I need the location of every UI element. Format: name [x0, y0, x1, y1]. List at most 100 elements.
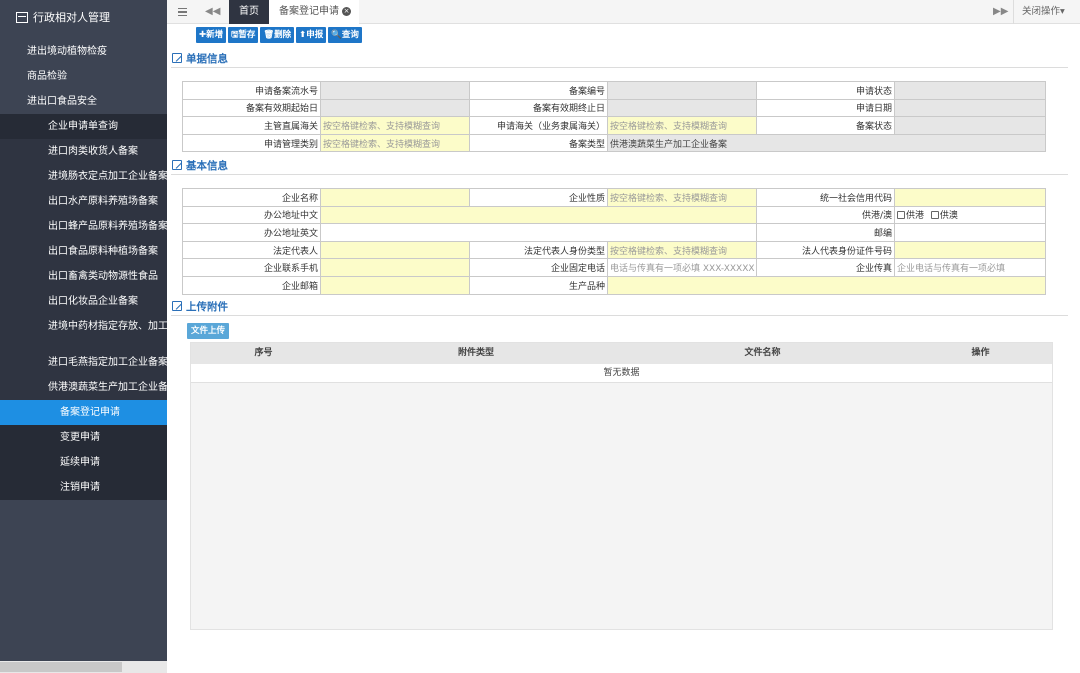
sidebar-item-casing-processing[interactable]: 进境肠衣定点加工企业备案	[0, 164, 167, 189]
hamburger-icon[interactable]	[173, 0, 191, 24]
label-apply-customs: 申请海关（业务隶属海关）	[469, 116, 608, 135]
label-valid-end: 备案有效期终止日	[469, 98, 608, 118]
office-en-input[interactable]	[320, 223, 757, 242]
sidebar-item-cancel[interactable]: 注销申请	[0, 475, 167, 500]
column-header-actions[interactable]: 操作	[909, 343, 1052, 364]
sidebar: 行政相对人管理 进出境动植物检疫 商品检验 进出口食品安全 企业申请单查询 进口…	[0, 0, 167, 673]
edit-icon	[172, 160, 182, 170]
label-mobile: 企业联系手机	[182, 258, 321, 277]
label-fax: 企业传真	[756, 258, 895, 277]
label-credit-code: 统一社会信用代码	[756, 188, 895, 207]
office-cn-input[interactable]	[320, 205, 757, 225]
table-row: 办公地址中文 供港/澳 供港 供澳	[182, 205, 1046, 225]
sidebar-item-bee-farm[interactable]: 出口蜂产品原料养殖场备案	[0, 214, 167, 239]
sidebar-item-registration[interactable]: 备案登记申请	[0, 400, 167, 425]
scrollbar-thumb[interactable]	[0, 662, 122, 672]
label-product: 生产品种	[469, 275, 608, 295]
sidebar-item-cosmetics[interactable]: 出口化妆品企业备案	[0, 289, 167, 314]
section-title-attachments: 上传附件	[186, 301, 228, 313]
apply-date-field	[894, 98, 1046, 118]
close-icon[interactable]: ×	[342, 6, 351, 16]
declare-button[interactable]: ⬆申报	[296, 27, 327, 43]
legal-id-no-input[interactable]	[894, 240, 1046, 260]
email-input[interactable]	[320, 275, 470, 295]
sidebar-title-label: 行政相对人管理	[33, 11, 110, 24]
label-serial-no: 申请备案流水号	[182, 81, 321, 100]
label-record-type: 备案类型	[469, 133, 608, 153]
sidebar-title[interactable]: 行政相对人管理	[0, 0, 167, 34]
tab-next-icon[interactable]: ▶▶	[993, 0, 1008, 24]
query-button[interactable]: 🔍查询	[328, 27, 362, 43]
supply-hk-checkbox[interactable]	[897, 211, 905, 220]
mobile-input[interactable]	[320, 258, 470, 277]
tab-registration[interactable]: 备案登记申请 ×	[269, 0, 359, 24]
sidebar-item-meat-consignee[interactable]: 进口肉类收货人备案	[0, 139, 167, 164]
sidebar-scrollbar[interactable]	[0, 661, 167, 673]
section-title-document: 单据信息	[186, 53, 228, 65]
label-management-category: 申请管理类别	[182, 133, 321, 153]
add-button[interactable]: ✚新增	[196, 27, 227, 43]
label-office-cn: 办公地址中文	[182, 205, 321, 225]
label-email: 企业邮箱	[182, 275, 321, 295]
apply-customs-input[interactable]: 按空格键检索、支持模糊查询	[607, 116, 757, 135]
column-header-index[interactable]: 序号	[191, 343, 336, 364]
sidebar-item-aquatic-farm[interactable]: 出口水产原料养殖场备案	[0, 189, 167, 214]
product-input[interactable]	[607, 275, 1046, 295]
sidebar-item-food-safety[interactable]: 进出口食品安全	[0, 89, 167, 114]
record-status-field	[894, 116, 1046, 135]
save-draft-button[interactable]: 🖫暂存	[228, 27, 259, 43]
record-no-field	[607, 81, 757, 100]
table-row: 办公地址英文 邮编	[182, 223, 1046, 242]
management-category-input[interactable]: 按空格键检索、支持模糊查询	[320, 133, 470, 153]
sidebar-item-commodity-inspection[interactable]: 商品检验	[0, 64, 167, 89]
empty-state: 暂无数据	[191, 364, 1052, 383]
column-header-type[interactable]: 附件类型	[336, 343, 616, 364]
record-type-field: 供港澳蔬菜生产加工企业备案	[607, 133, 1046, 153]
postcode-input[interactable]	[894, 223, 1046, 242]
legal-id-type-input[interactable]: 按空格键检索、支持模糊查询	[607, 240, 757, 260]
supply-mo-checkbox[interactable]	[930, 211, 939, 220]
sidebar-item-birds-nest[interactable]: 进口毛燕指定加工企业备案	[0, 350, 167, 375]
supply-mo-label: 供澳	[939, 211, 958, 222]
legal-rep-input[interactable]	[320, 240, 470, 260]
valid-end-field	[607, 98, 757, 118]
supply-hk-label: 供港	[906, 211, 925, 222]
sidebar-item-herbal-storage[interactable]: 进境中药材指定存放、加工	[0, 314, 167, 350]
section-header-document: 单据信息	[171, 52, 1068, 68]
sidebar-item-renewal[interactable]: 延续申请	[0, 450, 167, 475]
sidebar-item-application-query[interactable]: 企业申请单查询	[0, 114, 167, 139]
close-operations-menu[interactable]: 关闭操作▾	[1013, 0, 1065, 24]
label-legal-id-type: 法定代表人身份类型	[469, 240, 608, 260]
edit-icon	[172, 301, 182, 311]
credit-code-input[interactable]	[894, 188, 1046, 207]
label-office-en: 办公地址英文	[182, 223, 321, 242]
tab-prev-icon[interactable]: ◀◀	[205, 0, 220, 24]
company-name-input[interactable]	[320, 188, 470, 207]
supervising-customs-input[interactable]: 按空格键检索、支持模糊查询	[320, 116, 470, 135]
document-info-table: 申请备案流水号 备案编号 申请状态 备案有效期起始日 备案有效期终止日 申请日期…	[182, 81, 1046, 153]
sidebar-item-vegetable-export[interactable]: 供港澳蔬菜生产加工企业备案	[0, 375, 167, 400]
table-row: 企业邮箱 生产品种	[182, 275, 1046, 295]
sidebar-item-planting-farm[interactable]: 出口食品原料种植场备案	[0, 239, 167, 264]
apply-status-field	[894, 81, 1046, 100]
tab-home[interactable]: 首页	[229, 0, 269, 24]
label-valid-start: 备案有效期起始日	[182, 98, 321, 118]
fax-input[interactable]: 企业电话与传真有一项必填	[894, 258, 1046, 277]
sidebar-item-change[interactable]: 变更申请	[0, 425, 167, 450]
window-icon	[16, 11, 28, 23]
section-header-attachments: 上传附件	[171, 300, 1068, 316]
table-row: 法定代表人 法定代表人身份类型 按空格键检索、支持模糊查询 法人代表身份证件号码	[182, 240, 1046, 260]
label-legal-rep: 法定代表人	[182, 240, 321, 260]
file-upload-button[interactable]: 文件上传	[187, 323, 230, 339]
column-header-filename[interactable]: 文件名称	[616, 343, 909, 364]
label-supervising-customs: 主管直属海关	[182, 116, 321, 135]
label-apply-status: 申请状态	[756, 81, 895, 100]
company-nature-input[interactable]: 按空格键检索、支持模糊查询	[607, 188, 757, 207]
sidebar-item-livestock-food[interactable]: 出口畜禽类动物源性食品	[0, 264, 167, 289]
sidebar-item-plant-quarantine[interactable]: 进出境动植物检疫	[0, 39, 167, 64]
label-landline: 企业固定电话	[469, 258, 608, 277]
delete-button[interactable]: 🗑删除	[260, 27, 295, 43]
tab-registration-label: 备案登记申请	[279, 6, 339, 17]
landline-input[interactable]: 电话与传真有一项必填 XXX-XXXXX	[607, 258, 757, 277]
label-apply-date: 申请日期	[756, 98, 895, 118]
